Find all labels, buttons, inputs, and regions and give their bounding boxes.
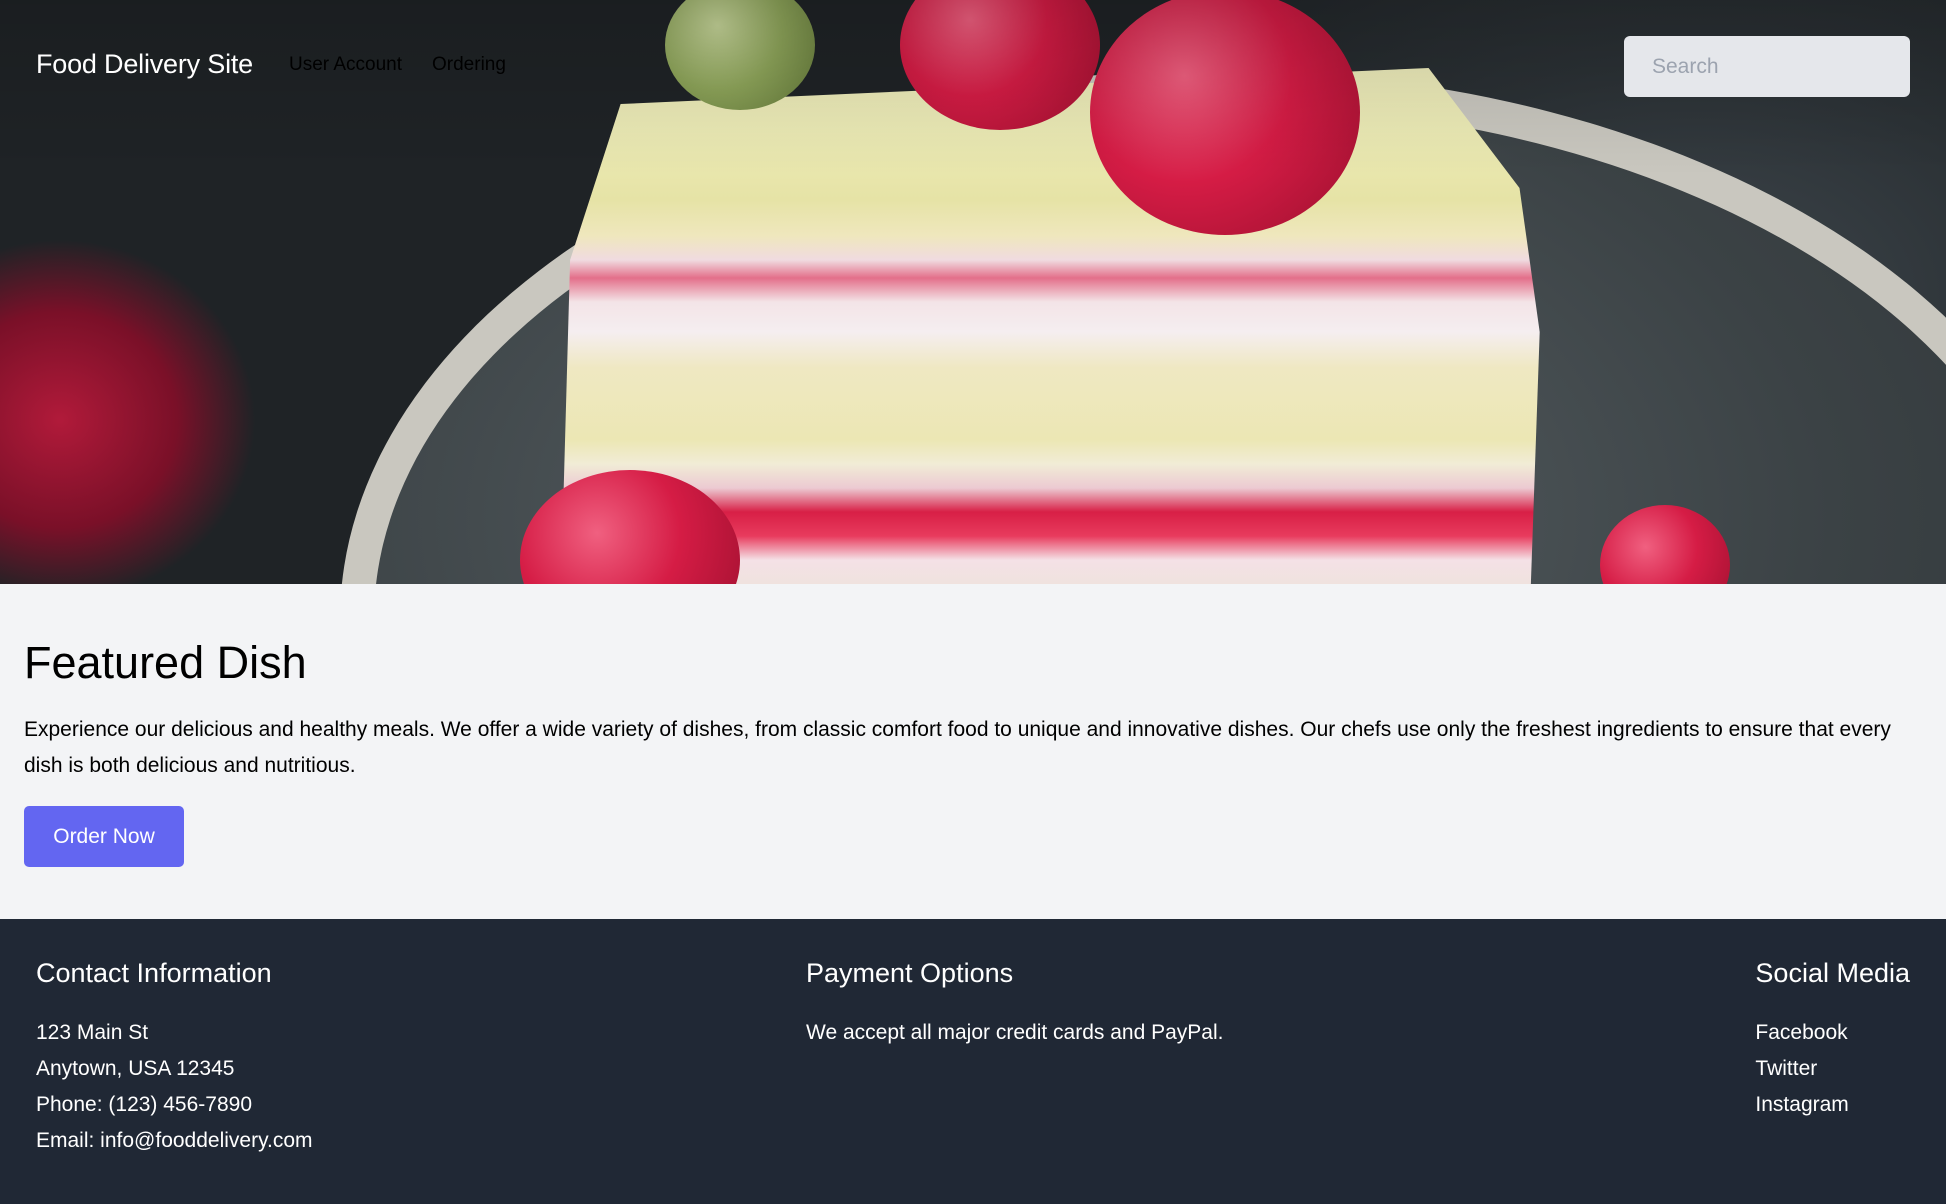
contact-city-line: Anytown, USA 12345 bbox=[36, 1057, 235, 1081]
contact-phone-line: Phone: (123) 456-7890 bbox=[36, 1093, 252, 1117]
featured-description: Experience our delicious and healthy mea… bbox=[24, 718, 1891, 777]
social-link-twitter[interactable]: Twitter bbox=[1755, 1051, 1910, 1087]
site-footer: Contact Information 123 Main St Anytown,… bbox=[0, 919, 1946, 1204]
footer-social-title: Social Media bbox=[1755, 958, 1910, 988]
payment-text: We accept all major credit cards and Pay… bbox=[806, 1021, 1224, 1045]
order-now-button[interactable]: Order Now bbox=[24, 806, 184, 867]
contact-email-line: Email: info@fooddelivery.com bbox=[36, 1129, 313, 1153]
footer-payment-title: Payment Options bbox=[806, 958, 1014, 988]
nav-link-user-account[interactable]: User Account bbox=[289, 54, 402, 76]
featured-section: Featured Dish Experience our delicious a… bbox=[0, 584, 1946, 919]
featured-title: Featured Dish bbox=[24, 637, 307, 688]
footer-social: Social Media Facebook Twitter Instagram bbox=[1755, 957, 1910, 1204]
brand-logo[interactable]: Food Delivery Site bbox=[36, 49, 253, 80]
nav-link-ordering[interactable]: Ordering bbox=[432, 54, 506, 76]
footer-contact-title: Contact Information bbox=[36, 958, 272, 988]
social-link-instagram[interactable]: Instagram bbox=[1755, 1087, 1910, 1123]
footer-contact: Contact Information 123 Main St Anytown,… bbox=[36, 957, 596, 1204]
search-input[interactable] bbox=[1624, 36, 1910, 97]
footer-payment: Payment Options We accept all major cred… bbox=[806, 957, 1366, 1204]
nav-links: User Account Ordering bbox=[289, 54, 506, 76]
top-nav: Food Delivery Site User Account Ordering bbox=[0, 0, 1946, 130]
hero-banner: Food Delivery Site User Account Ordering bbox=[0, 0, 1946, 584]
social-link-facebook[interactable]: Facebook bbox=[1755, 1015, 1910, 1051]
contact-address-line: 123 Main St bbox=[36, 1021, 149, 1045]
